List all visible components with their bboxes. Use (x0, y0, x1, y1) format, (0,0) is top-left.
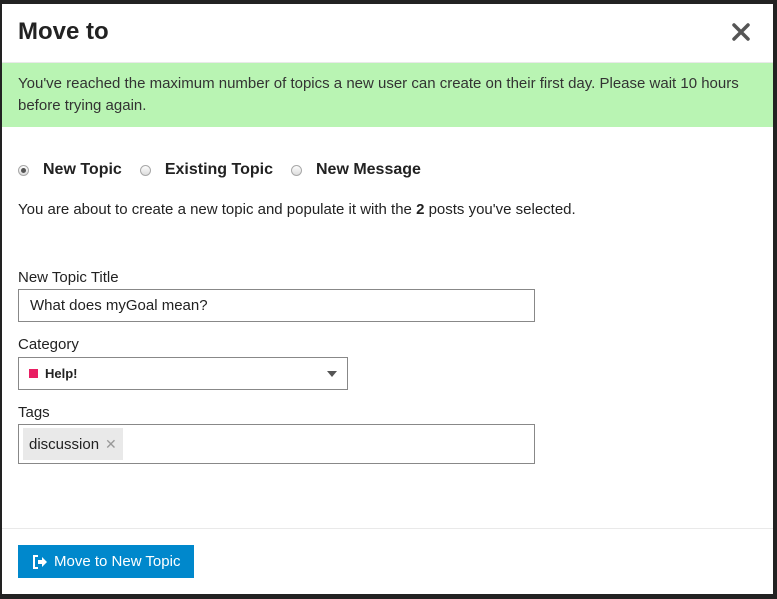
topic-title-input[interactable]: What does myGoal mean? (18, 289, 535, 322)
move-button-label: Move to New Topic (54, 553, 181, 570)
modal-footer: Move to New Topic (2, 528, 773, 594)
sign-out-icon (32, 554, 48, 569)
option-existing-topic[interactable]: Existing Topic (139, 161, 273, 179)
tags-label: Tags (18, 404, 50, 421)
description-text-after: posts you've selected. (424, 201, 576, 218)
modal-title: Move to (18, 18, 109, 45)
existing-topic-radio[interactable] (139, 164, 151, 176)
new-topic-radio[interactable] (18, 164, 29, 176)
move-to-modal: Move to You've reached the maximum numbe… (2, 4, 773, 594)
existing-topic-label: Existing Topic (164, 161, 273, 178)
category-selected-value: Help! (45, 366, 78, 381)
chevron-down-icon (327, 370, 337, 377)
category-color-swatch (29, 369, 38, 378)
category-label: Category (18, 336, 79, 353)
move-to-new-topic-button[interactable]: Move to New Topic (18, 545, 195, 578)
alert-text: You've reached the maximum number of top… (18, 75, 739, 114)
option-new-message[interactable]: New Message (290, 161, 421, 179)
move-description: You are about to create a new topic and … (18, 198, 578, 221)
remove-tag-icon[interactable]: ✕ (105, 436, 117, 453)
option-new-topic[interactable]: New Topic (18, 161, 122, 179)
category-select[interactable]: Help! (18, 357, 348, 390)
new-message-radio[interactable] (290, 164, 302, 176)
close-button[interactable] (727, 18, 755, 46)
topic-title-label: New Topic Title (18, 269, 119, 286)
new-message-label: New Message (315, 161, 421, 178)
tag-chip: discussion ✕ (23, 428, 123, 460)
close-icon (732, 23, 750, 41)
rate-limit-alert: You've reached the maximum number of top… (2, 63, 773, 127)
new-topic-label: New Topic (43, 161, 122, 178)
move-type-options: New Topic Existing Topic New Message (18, 161, 439, 179)
tag-chip-label: discussion (29, 435, 100, 453)
tags-input[interactable]: discussion ✕ (18, 424, 535, 464)
description-text-before: You are about to create a new topic and … (18, 201, 417, 218)
modal-header: Move to (2, 4, 773, 63)
